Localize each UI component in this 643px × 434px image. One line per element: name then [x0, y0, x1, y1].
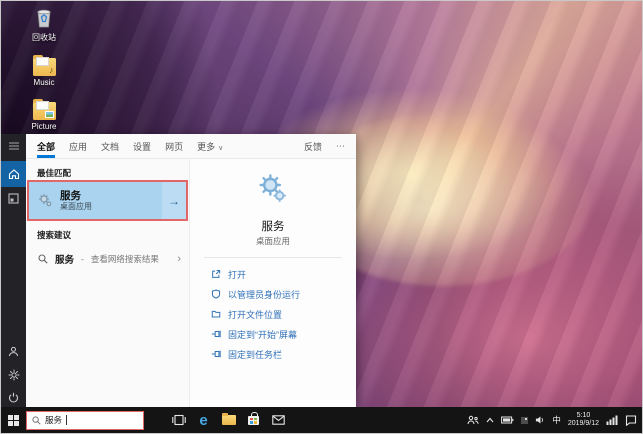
detail-divider [204, 257, 342, 258]
battery-icon[interactable] [501, 416, 514, 424]
open-in-new-icon [211, 269, 221, 279]
start-button[interactable] [1, 407, 26, 433]
best-match-result-services[interactable]: 服务 桌面应用 → [29, 182, 186, 219]
detail-title: 服务 [190, 218, 356, 234]
ime-indicator[interactable]: 中 [552, 414, 561, 426]
tab-settings[interactable]: 设置 [133, 135, 151, 158]
folder-icon [211, 309, 221, 319]
search-icon [38, 254, 48, 264]
apps-icon[interactable] [1, 187, 26, 210]
desktop-icon-label: Music [34, 78, 55, 87]
action-pin-to-taskbar[interactable]: 固定到任务栏 [211, 344, 356, 364]
mail-button[interactable] [270, 409, 287, 431]
signal-bars-icon[interactable] [606, 415, 618, 425]
search-results-column: 最佳匹配 服务 桌面应用 → 搜索建议 服务 [26, 159, 189, 409]
search-panel-body: 全部 应用 文档 设置 网页 更多∨ 反馈 ⋯ 最佳匹配 [26, 134, 356, 409]
recycle-bin-icon [32, 6, 56, 30]
tab-apps[interactable]: 应用 [69, 135, 87, 158]
music-folder-icon: ♪ [33, 58, 56, 76]
desktop-icon-list: 回收站 ♪ Music Picture [22, 6, 66, 131]
more-options-icon[interactable]: ⋯ [336, 141, 346, 152]
action-pin-to-start[interactable]: 固定到“开始”屏幕 [211, 324, 356, 344]
search-icon [32, 416, 41, 425]
search-suggestion-item[interactable]: 服务 - 查看网络搜索结果 › [26, 247, 189, 271]
feedback-button[interactable]: 反馈 [304, 140, 322, 153]
taskbar-app-icons: e [170, 409, 287, 431]
text-caret [66, 415, 67, 425]
clock-time: 5:10 [568, 412, 599, 420]
best-match-header: 最佳匹配 [37, 167, 178, 179]
home-icon[interactable] [1, 161, 26, 187]
services-gears-icon [38, 193, 53, 208]
desktop-icon-picture[interactable]: Picture [22, 98, 66, 131]
desktop-icon-label: Picture [32, 122, 57, 131]
shield-icon [211, 289, 221, 299]
tray-misc-icon[interactable] [521, 417, 528, 424]
suggestion-description: 查看网络搜索结果 [91, 253, 159, 265]
result-title: 服务 [60, 190, 162, 202]
clock-date: 2019/9/12 [568, 420, 599, 428]
suggestions-header: 搜索建议 [37, 229, 178, 241]
expand-arrow-button[interactable]: → [162, 182, 186, 219]
store-button[interactable] [245, 409, 262, 431]
result-subtitle: 桌面应用 [60, 202, 162, 212]
desktop-icon-recycle-bin[interactable]: 回收站 [22, 6, 66, 43]
taskbar: 服务 e [1, 407, 642, 433]
picture-folder-icon [33, 102, 56, 120]
settings-gear-icon[interactable] [1, 363, 26, 386]
result-detail-pane: 服务 桌面应用 打开 以管理员身份运行 [189, 159, 356, 409]
edge-icon: e [199, 413, 207, 428]
pin-icon [211, 329, 221, 339]
power-icon[interactable] [1, 386, 26, 409]
tab-documents[interactable]: 文档 [101, 135, 119, 158]
arrow-right-icon: → [168, 194, 180, 208]
store-icon [248, 416, 259, 425]
edge-browser-button[interactable]: e [195, 409, 212, 431]
tab-web[interactable]: 网页 [165, 135, 183, 158]
action-open[interactable]: 打开 [211, 264, 356, 284]
chevron-right-icon: › [177, 255, 181, 263]
task-view-button[interactable] [170, 409, 187, 431]
taskbar-clock[interactable]: 5:10 2019/9/12 [568, 412, 599, 428]
volume-icon[interactable] [535, 415, 545, 425]
mail-icon [272, 415, 285, 425]
system-tray: 中 5:10 2019/9/12 [467, 412, 642, 428]
suggestion-keyword: 服务 [55, 252, 74, 266]
tab-more[interactable]: 更多∨ [197, 135, 223, 158]
taskbar-search-input[interactable]: 服务 [26, 411, 144, 430]
show-hidden-icons-chevron[interactable] [486, 417, 494, 423]
services-gears-icon-large [257, 173, 289, 205]
search-tab-bar: 全部 应用 文档 设置 网页 更多∨ 反馈 ⋯ [26, 134, 356, 159]
file-explorer-icon [222, 415, 236, 425]
menu-icon[interactable] [1, 134, 26, 157]
search-panel: 全部 应用 文档 设置 网页 更多∨ 反馈 ⋯ 最佳匹配 [1, 134, 356, 409]
action-open-file-location[interactable]: 打开文件位置 [211, 304, 356, 324]
search-input-value: 服务 [45, 414, 62, 426]
windows-desktop: 回收站 ♪ Music Picture [0, 0, 643, 434]
task-view-icon [172, 414, 186, 426]
chevron-down-icon: ∨ [218, 145, 223, 152]
detail-subtitle: 桌面应用 [190, 235, 356, 247]
desktop-icon-music[interactable]: ♪ Music [22, 54, 66, 87]
windows-logo-icon [8, 415, 19, 426]
action-run-as-admin[interactable]: 以管理员身份运行 [211, 284, 356, 304]
desktop-icon-label: 回收站 [32, 32, 56, 43]
tab-all[interactable]: 全部 [37, 135, 55, 158]
context-actions: 打开 以管理员身份运行 打开文件位置 固定到“开始”屏幕 [190, 264, 356, 364]
search-panel-rail [1, 134, 26, 409]
pin-icon [211, 349, 221, 359]
file-explorer-button[interactable] [220, 409, 237, 431]
people-icon[interactable] [467, 415, 479, 425]
suggestion-separator: - [81, 254, 84, 264]
action-center-icon[interactable] [625, 415, 637, 426]
user-icon[interactable] [1, 340, 26, 363]
